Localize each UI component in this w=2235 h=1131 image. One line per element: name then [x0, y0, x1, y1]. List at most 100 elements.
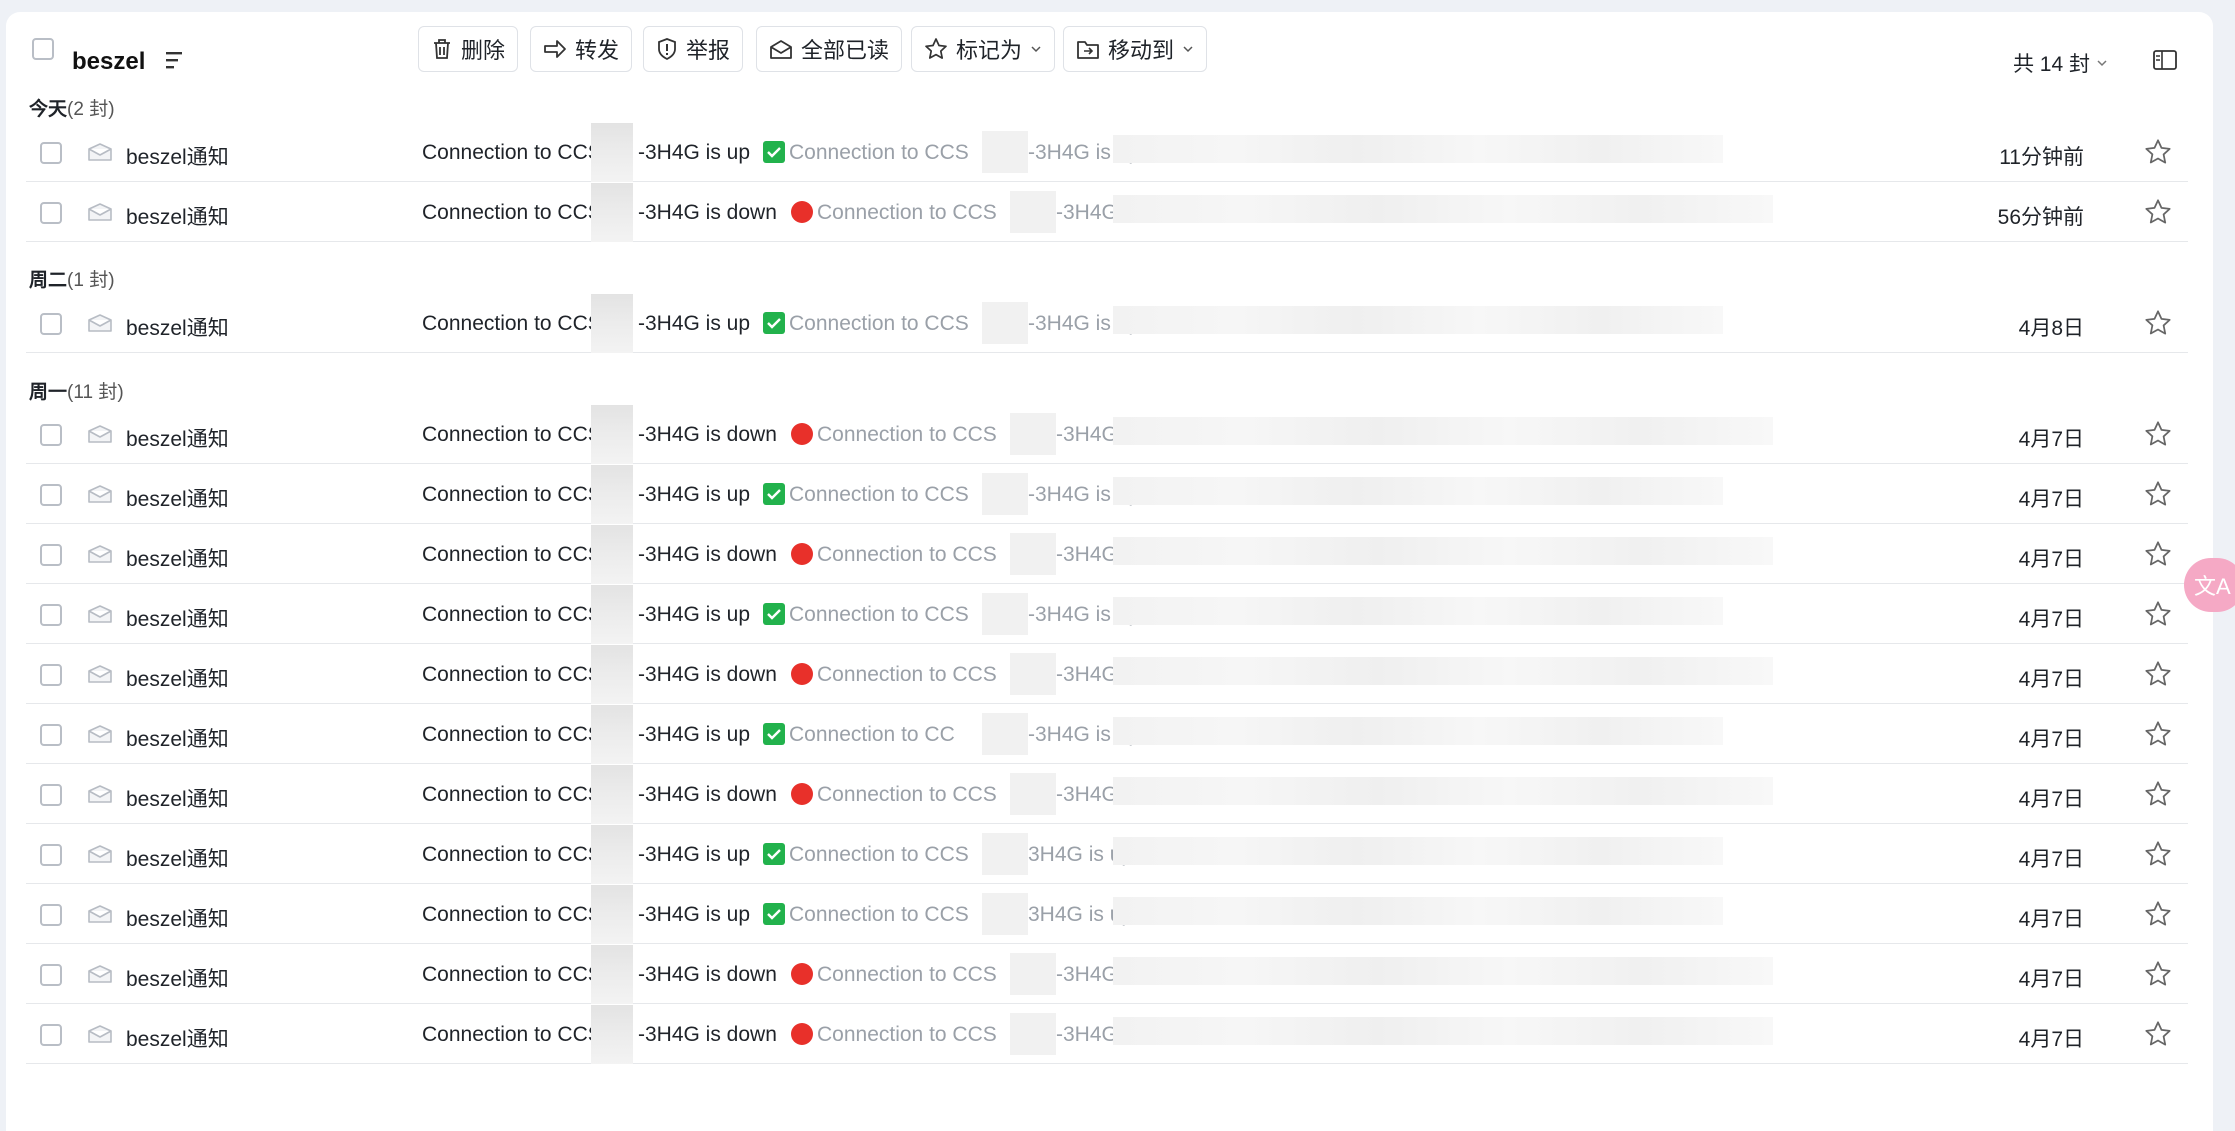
star-icon[interactable] — [2144, 720, 2172, 748]
subject-suffix: -3H4G is down — [638, 783, 777, 806]
redacted-preview-block — [1113, 477, 1723, 505]
subject-prefix: Connection to CCS — [422, 483, 602, 506]
row-checkbox[interactable] — [40, 313, 62, 335]
row-checkbox[interactable] — [40, 424, 62, 446]
mail-row[interactable]: beszel通知 Connection to CCS -3H4G is up Conn… — [26, 123, 2188, 182]
open-envelope-icon — [770, 40, 792, 59]
star-icon[interactable] — [2144, 420, 2172, 448]
mail-row[interactable]: beszel通知 Connection to CCS -3H4G is down Co… — [26, 945, 2188, 1004]
mail-row[interactable]: beszel通知 Connection to CCS -3H4G is down Co… — [26, 183, 2188, 242]
star-icon[interactable] — [2144, 540, 2172, 568]
subject-prefix: Connection to CCS — [422, 783, 602, 806]
mail-row[interactable]: beszel通知 Connection to CCS -3H4G is down Co… — [26, 405, 2188, 464]
redacted-block — [1010, 773, 1056, 815]
redacted-preview-block — [1113, 195, 1773, 223]
redacted-block — [1010, 413, 1056, 455]
row-checkbox[interactable] — [40, 484, 62, 506]
row-checkbox[interactable] — [40, 664, 62, 686]
mail-row[interactable]: beszel通知 Connection to CCS -3H4G is down Co… — [26, 1005, 2188, 1064]
subject-suffix: -3H4G is up — [638, 843, 751, 866]
mail-date: 4月7日 — [2018, 908, 2084, 931]
subject-suffix: -3H4G is up — [638, 903, 751, 926]
sender-name: beszel通知 — [126, 1028, 229, 1051]
subject-suffix: -3H4G is down — [638, 1023, 777, 1046]
status-up-check-icon — [763, 843, 785, 865]
redacted-block — [982, 713, 1028, 755]
chevron-down-icon — [1031, 46, 1041, 53]
forward-button[interactable]: 转发 — [530, 26, 633, 72]
sender-name: beszel通知 — [126, 668, 229, 691]
mail-count-dropdown[interactable]: 共 14 封 — [2013, 48, 2108, 78]
subject-suffix: -3H4G is up — [638, 312, 751, 335]
mail-date: 4月7日 — [2018, 608, 2084, 631]
status-down-dot-icon — [791, 783, 813, 805]
reading-pane-layout-icon[interactable] — [2153, 50, 2177, 70]
mail-date: 4月7日 — [2018, 668, 2084, 691]
star-icon[interactable] — [2144, 480, 2172, 508]
mail-row[interactable]: beszel通知 Connection to CCS -3H4G is up Conn… — [26, 705, 2188, 764]
row-checkbox[interactable] — [40, 142, 62, 164]
mark-as-dropdown[interactable]: 标记为 — [911, 26, 1056, 72]
row-checkbox[interactable] — [40, 202, 62, 224]
report-button[interactable]: 举报 — [643, 26, 744, 72]
group-name: 周一 — [29, 382, 68, 403]
subject-prefix: Connection to CCS — [422, 201, 602, 224]
mail-row[interactable]: beszel通知 Connection to CCS -3H4G is up Conn… — [26, 885, 2188, 944]
star-icon[interactable] — [2144, 138, 2172, 166]
sort-icon[interactable] — [166, 50, 182, 72]
mail-row[interactable]: beszel通知 Connection to CCS -3H4G is up Conn… — [26, 294, 2188, 353]
sender-name: beszel通知 — [126, 317, 229, 340]
mark-all-read-button[interactable]: 全部已读 — [756, 26, 903, 72]
row-checkbox[interactable] — [40, 544, 62, 566]
move-to-dropdown[interactable]: 移动到 — [1063, 26, 1208, 72]
preview-prefix: Connection to CCS — [817, 663, 997, 686]
star-icon[interactable] — [2144, 840, 2172, 868]
star-icon — [925, 38, 947, 59]
toolbar: beszel 删除 转发 举报 全部已读 标记为 移动到 共 14 封 — [6, 12, 2213, 88]
subject-prefix: Connection to CCS — [422, 543, 602, 566]
row-checkbox[interactable] — [40, 604, 62, 626]
star-icon[interactable] — [2144, 1020, 2172, 1048]
select-all-checkbox[interactable] — [32, 38, 54, 60]
check-icon — [767, 729, 781, 740]
envelope-icon — [88, 485, 112, 503]
star-icon[interactable] — [2144, 960, 2172, 988]
sender-name: beszel通知 — [126, 146, 229, 169]
star-icon[interactable] — [2144, 309, 2172, 337]
mail-row[interactable]: beszel通知 Connection to CCS -3H4G is up Conn… — [26, 465, 2188, 524]
status-down-dot-icon — [791, 663, 813, 685]
sender-name: beszel通知 — [126, 428, 229, 451]
translate-fab[interactable]: 文A — [2184, 558, 2235, 612]
redacted-block — [982, 833, 1028, 875]
row-checkbox[interactable] — [40, 844, 62, 866]
mail-row[interactable]: beszel通知 Connection to CCS -3H4G is up Conn… — [26, 825, 2188, 884]
preview-prefix: Connection to CCS — [789, 483, 969, 506]
chevron-down-icon — [2097, 60, 2107, 67]
row-checkbox[interactable] — [40, 724, 62, 746]
group-count: (1 封) — [67, 270, 115, 291]
redacted-block — [591, 294, 633, 353]
mail-row[interactable]: beszel通知 Connection to CCS -3H4G is down Co… — [26, 645, 2188, 704]
envelope-icon — [88, 725, 112, 743]
star-icon[interactable] — [2144, 900, 2172, 928]
mail-row[interactable]: beszel通知 Connection to CCS -3H4G is down Co… — [26, 525, 2188, 584]
star-icon[interactable] — [2144, 600, 2172, 628]
preview-prefix: Connection to CC — [789, 723, 955, 746]
mail-row[interactable]: beszel通知 Connection to CCS -3H4G is down Co… — [26, 765, 2188, 824]
row-checkbox[interactable] — [40, 964, 62, 986]
redacted-preview-block — [1113, 306, 1723, 334]
row-checkbox[interactable] — [40, 904, 62, 926]
star-icon[interactable] — [2144, 660, 2172, 688]
delete-button[interactable]: 删除 — [418, 26, 519, 72]
row-checkbox[interactable] — [40, 1024, 62, 1046]
translate-icon: 文A — [2194, 574, 2231, 599]
star-icon[interactable] — [2144, 198, 2172, 226]
redacted-preview-block — [1113, 135, 1723, 163]
redacted-block — [591, 825, 633, 884]
preview-prefix: Connection to CCS — [789, 603, 969, 626]
row-checkbox[interactable] — [40, 784, 62, 806]
mail-row[interactable]: beszel通知 Connection to CCS -3H4G is up Conn… — [26, 585, 2188, 644]
redacted-block — [591, 645, 633, 704]
status-up-check-icon — [763, 603, 785, 625]
star-icon[interactable] — [2144, 780, 2172, 808]
